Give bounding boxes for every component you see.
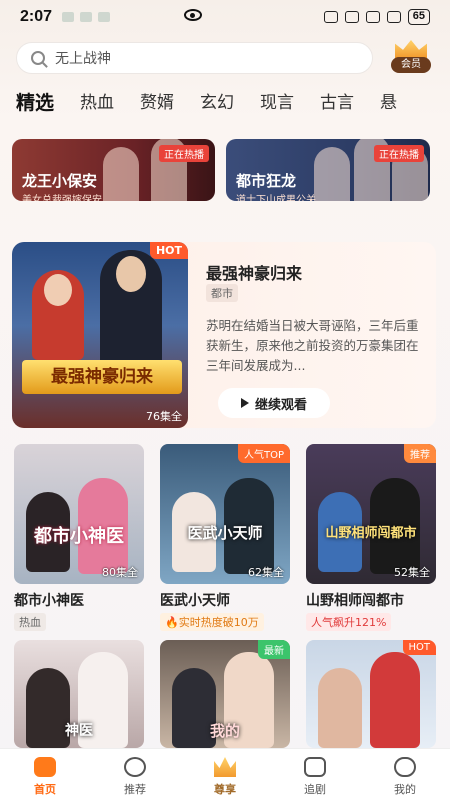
- episode-count: 80集全: [102, 566, 138, 579]
- drama-card[interactable]: 神医: [14, 640, 144, 748]
- status-time: 2:07: [20, 8, 53, 25]
- live-subtitle: 道士下山成男公关: [236, 195, 316, 201]
- cover-figure: [370, 652, 420, 748]
- crown-icon: [395, 40, 427, 58]
- search-placeholder: 无上战神: [55, 51, 111, 67]
- tab-son-in-law[interactable]: 赘婿: [140, 88, 174, 114]
- drama-cover[interactable]: 我的 最新: [160, 640, 290, 748]
- drama-card[interactable]: 都市小神医 80集全 都市小神医 热血: [14, 444, 144, 631]
- live-title: 龙王小保安: [22, 172, 98, 190]
- bottom-navigation: 首页 推荐 尊享 追剧 我的: [0, 748, 450, 800]
- genre-tag: 都市: [206, 284, 238, 302]
- heat-tag-label: 实时热度破10万: [178, 616, 259, 629]
- bluetooth-icon: [344, 11, 359, 23]
- drama-title: 医武小天师: [160, 593, 230, 609]
- wifi-icon: [365, 11, 380, 23]
- tab-modern-romance[interactable]: 现言: [260, 88, 294, 114]
- cover-figure: [100, 250, 162, 370]
- nav-recommend[interactable]: 推荐: [90, 749, 180, 800]
- live-card[interactable]: 正在热播 都市狂龙 道士下山成男公关: [226, 139, 430, 201]
- hot-badge: HOT: [402, 640, 436, 655]
- tv-icon: [304, 757, 326, 777]
- nav-profile[interactable]: 我的: [360, 749, 450, 800]
- drama-cover[interactable]: 都市小神医 80集全: [14, 444, 144, 584]
- live-subtitle: 美女总裁强嫁保安: [22, 195, 102, 201]
- new-badge: 最新: [258, 640, 290, 659]
- drama-cover[interactable]: 医武小天师 人气TOP 62集全: [160, 444, 290, 584]
- episode-count: 62集全: [248, 566, 284, 579]
- live-badge: 正在热播: [374, 145, 424, 162]
- profile-icon: [394, 757, 416, 777]
- cover-figure: [318, 668, 362, 748]
- fire-icon: 🔥: [165, 616, 179, 629]
- live-badge: 正在热播: [159, 145, 209, 162]
- tab-featured[interactable]: 精选: [16, 88, 54, 114]
- popular-badge: 人气TOP: [237, 444, 290, 463]
- drama-tag: 热血: [14, 613, 46, 631]
- vip-button[interactable]: 会员: [388, 40, 434, 76]
- drama-cover[interactable]: 山野相师闯都市 推荐 52集全: [306, 444, 436, 584]
- drama-card[interactable]: 山野相师闯都市 推荐 52集全 山野相师闯都市 人气飙升121%: [306, 444, 436, 631]
- alarm-icon: [323, 11, 338, 23]
- cover-title-art: 我的: [209, 722, 240, 740]
- signal-icon: [386, 11, 401, 23]
- hot-badge: HOT: [149, 242, 188, 259]
- drama-card[interactable]: 我的 最新: [160, 640, 290, 748]
- home-icon: [34, 757, 56, 777]
- category-tabs: 精选 热血 赘婿 玄幻 现言 古言 悬: [16, 88, 423, 114]
- search-input[interactable]: 无上战神: [16, 42, 373, 74]
- continue-watching-button[interactable]: 继续观看: [218, 388, 330, 418]
- continue-label: 继续观看: [254, 397, 307, 413]
- nav-label: 推荐: [124, 783, 146, 796]
- featured-description: 苏明在结婚当日被大哥诬陷，三年后重获新生，原来他之前投资的万豪集团在三年间发展成…: [206, 318, 419, 373]
- cover-title-art: 神医: [65, 723, 93, 739]
- live-title: 都市狂龙: [236, 172, 297, 190]
- battery-icon: 65: [407, 9, 430, 25]
- tab-suspense[interactable]: 悬: [380, 88, 397, 114]
- recommend-icon: [124, 757, 146, 777]
- episode-count: 76集全: [146, 410, 182, 423]
- cover-title-art: 都市小神医: [34, 526, 124, 547]
- heat-tag: 🔥实时热度破10万: [160, 613, 264, 631]
- nav-vip[interactable]: 尊享: [180, 749, 270, 800]
- live-card[interactable]: 正在热播 龙王小保安 美女总裁强嫁保安: [12, 139, 215, 201]
- eye-icon: [184, 9, 202, 21]
- nav-label: 追剧: [304, 783, 326, 796]
- tab-ancient-romance[interactable]: 古言: [320, 88, 354, 114]
- featured-title: 最强神豪归来: [206, 264, 303, 283]
- nav-home[interactable]: 首页: [0, 749, 90, 800]
- cover-title-art: 医武小天师: [187, 524, 263, 542]
- cover-figure: [32, 270, 84, 360]
- cover-title-art: 山野相师闯都市: [325, 526, 417, 541]
- tab-fantasy[interactable]: 玄幻: [200, 88, 234, 114]
- drama-card[interactable]: HOT: [306, 640, 436, 748]
- nav-following[interactable]: 追剧: [270, 749, 360, 800]
- episode-count: 52集全: [394, 566, 430, 579]
- featured-card[interactable]: 最强神豪归来 HOT 76集全 最强神豪归来 都市 苏明在结婚当日被大哥诬陷，三…: [12, 242, 436, 428]
- drama-cover[interactable]: HOT: [306, 640, 436, 748]
- crown-icon: [214, 757, 236, 777]
- featured-cover[interactable]: 最强神豪归来 HOT 76集全: [12, 242, 188, 428]
- status-bar: 2:07 65: [0, 0, 450, 34]
- cover-title-art: 最强神豪归来: [22, 360, 182, 394]
- system-icons: 65: [323, 9, 430, 25]
- vip-label: 会员: [391, 57, 431, 73]
- nav-label: 我的: [394, 783, 416, 796]
- drama-title: 山野相师闯都市: [306, 593, 404, 609]
- search-icon: [31, 51, 45, 65]
- recommend-badge: 推荐: [404, 444, 436, 463]
- notification-icons: [62, 12, 111, 22]
- trend-tag: 人气飙升121%: [306, 613, 392, 631]
- nav-label: 首页: [34, 783, 56, 796]
- drama-card[interactable]: 医武小天师 人气TOP 62集全 医武小天师 🔥实时热度破10万: [160, 444, 290, 631]
- play-icon: [240, 398, 249, 408]
- drama-title: 都市小神医: [14, 593, 84, 609]
- nav-label: 尊享: [214, 783, 236, 796]
- drama-cover[interactable]: 神医: [14, 640, 144, 748]
- tab-action[interactable]: 热血: [80, 88, 114, 114]
